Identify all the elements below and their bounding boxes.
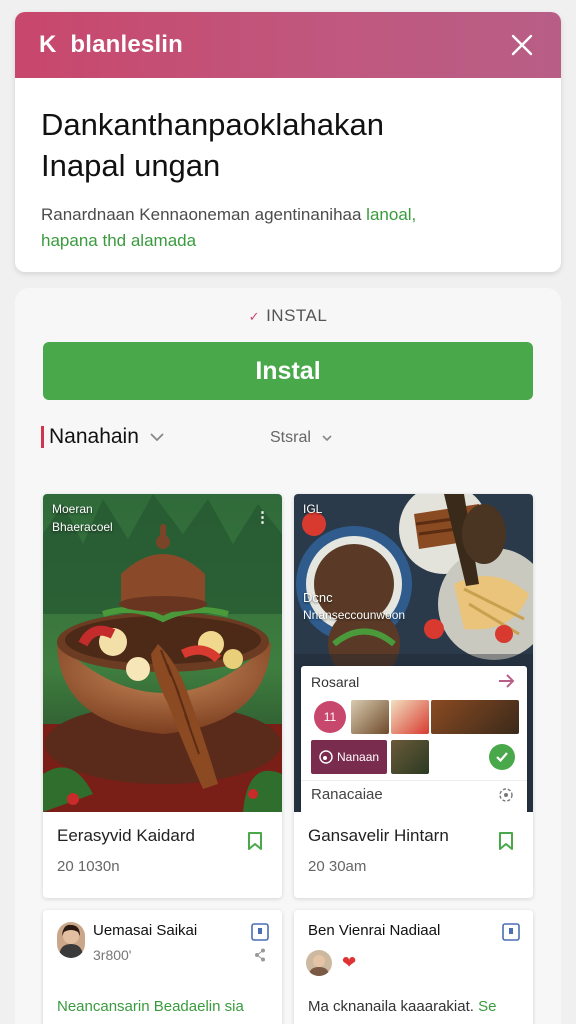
author-info: Uemasai Saikai 3r800' [93,922,197,963]
playlist-tag[interactable]: Nanaan [311,740,388,774]
heart-icon[interactable]: ❤ [342,953,356,973]
share-icon[interactable] [254,948,266,962]
recipe-image: IGL Dcnc Nnanseccounwoon Rosaral 11 Nana… [294,494,533,812]
banner-header: K blanleslin [15,12,561,78]
desc-line-2: hapana [41,231,98,250]
brand-name: blanleslin [70,31,184,58]
install-button[interactable]: Instal [43,342,533,400]
thumbnail[interactable] [391,740,430,774]
check-icon[interactable] [489,744,515,770]
brand-logo: K [39,31,57,58]
recipe-title: Eerasyvid Kaidard [57,826,195,845]
banner-description: Ranardnaan Kennaoneman agentinanihaa lan… [41,202,535,254]
recipe-title: Gansavelir Hintarn [308,826,449,845]
overlay-line-1: Moeran [52,502,93,516]
avatar[interactable] [57,922,85,958]
accent-bar [41,426,44,448]
gear-icon[interactable] [497,786,515,804]
overlay-tag: IGL [303,502,323,516]
thumbnail[interactable] [431,700,519,734]
popover-title: Rosaral [311,674,360,690]
divider [301,780,527,781]
recipe-card[interactable]: Moeran Bhaeracoel ⋮ Eerasyvid Kaidard 20… [43,494,282,898]
bookmark-icon[interactable] [495,830,517,852]
headline-line-1: Dankanthanpaoklahakan [41,107,384,142]
snippet-text: Ma cknanaila kaaarakiat. [308,998,474,1015]
chevron-mark-icon: ✓ [248,309,261,324]
filter-dropdown[interactable]: Stsral [270,429,333,447]
filter-row: Nanahain Stsral [41,425,541,455]
overlay-line-2: Nnanseccounwoon [303,608,406,622]
card-footer: Eerasyvid Kaidard 20 1030n [43,812,282,898]
desc-line-2-end: alamada [130,231,197,250]
playlist-tag-label: Nanaan [337,750,380,764]
popover-row: Nanaan [311,740,430,774]
food-photo [43,494,282,812]
post-snippet: Neancansarin Beadaelin sia [57,998,277,1015]
desc-line-1: Ranardnaan Kennaoneman agentinanihaa [41,205,362,224]
post-snippet: Ma cknanaila kaaarakiat. Se [308,998,528,1015]
save-square-icon[interactable] [250,922,270,942]
author-name: Uemasai Saikai [93,922,198,939]
overlay-line-1: Dcnc [303,590,333,605]
headline-line-2: Inapal ungan [41,148,221,183]
thumb-badge: 11 [314,701,346,733]
install-banner-card: K blanleslin Dankanthanpaoklahakan Inapa… [15,12,561,272]
author-row: Uemasai Saikai 3r800' [57,922,197,963]
save-square-icon[interactable] [501,922,521,942]
chevron-down-icon [322,435,332,442]
thumbnail[interactable] [351,700,389,734]
main-panel: ✓ INSTAL Instal Nanahain Stsral Moeran B… [15,288,561,1024]
recipe-image: Moeran Bhaeracoel ⋮ [43,494,282,812]
filter-dropdown-label: Stsral [270,429,311,446]
overlay-line-2: Bhaeracoel [52,520,113,534]
close-icon [511,34,533,56]
card-footer: Gansavelir Hintarn 20 30am [294,812,533,898]
sort-dropdown-label: Nanahain [49,425,139,448]
popover-footer-text: Ranacaiae [311,786,383,803]
thumbnail[interactable] [391,700,429,734]
recipe-card[interactable]: IGL Dcnc Nnanseccounwoon Rosaral 11 Nana… [294,494,533,898]
install-caption-text: INSTAL [266,306,328,325]
snippet-accent: Beadaelin sia [153,998,244,1015]
snippet-text: Neancansarin [57,998,150,1015]
author-name: Ben Vienrai Nadiaal [308,922,441,939]
install-caption: ✓ INSTAL [15,306,561,326]
share-popover: Rosaral 11 Nanaan Ranacaiae [301,666,527,812]
desc-line-2-accent: thd [102,231,127,250]
chevron-down-icon [150,433,164,442]
banner-body: Dankanthanpaoklahakan Inapal ungan Ranar… [15,78,561,254]
sort-dropdown[interactable]: Nanahain [41,425,165,449]
banner-headline: Dankanthanpaoklahakan Inapal ungan [41,104,535,186]
more-options-icon[interactable]: ⋮ [255,508,270,526]
author-meta: 3r800' [93,947,132,963]
close-button[interactable] [507,30,537,60]
recipe-time: 20 1030n [57,858,120,875]
thumb-number[interactable]: 11 [311,700,349,734]
desc-line-1-accent: lanoal, [366,205,417,224]
popover-thumbnails: 11 [311,700,519,734]
bookmark-icon[interactable] [244,830,266,852]
user-post-card[interactable]: Uemasai Saikai 3r800' Neancansarin Beada… [43,910,282,1024]
avatar[interactable] [306,950,332,976]
music-icon [319,750,333,764]
author-row: ❤ [306,950,356,976]
share-arrow-icon[interactable] [495,670,517,692]
snippet-accent: Se [478,998,497,1015]
recipe-time: 20 30am [308,858,367,875]
user-post-card[interactable]: Ben Vienrai Nadiaal ❤ Ma cknanaila kaaar… [294,910,533,1024]
